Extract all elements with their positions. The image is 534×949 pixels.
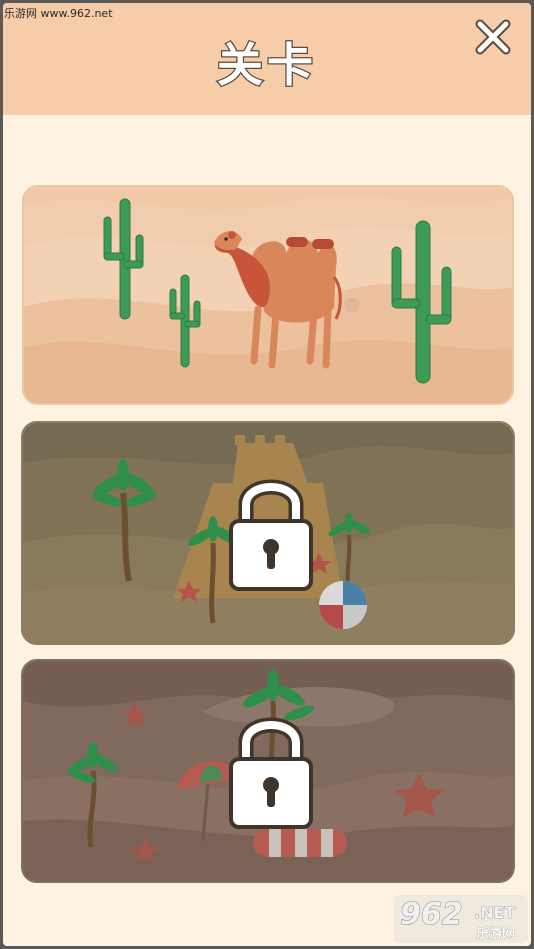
close-icon[interactable] <box>473 17 513 57</box>
watermark-text: 乐游网 www.962.net <box>4 7 113 20</box>
lock-icon <box>229 479 313 591</box>
level-select-screen: 关卡 <box>3 3 531 946</box>
watermark-logo-number: 962 <box>400 897 464 933</box>
level-card-desert[interactable] <box>22 185 514 405</box>
swim-ring-icon <box>253 829 347 857</box>
level-card-beach[interactable] <box>21 659 515 883</box>
watermark-logo-net: .NET <box>474 903 516 923</box>
lock-icon <box>229 717 313 829</box>
level-card-castle[interactable] <box>21 421 515 645</box>
desert-scene <box>24 187 512 403</box>
watermark-logo-subtitle: 乐游网 <box>476 927 516 943</box>
page-title: 关卡 <box>216 37 317 94</box>
beach-ball-icon <box>319 581 367 629</box>
